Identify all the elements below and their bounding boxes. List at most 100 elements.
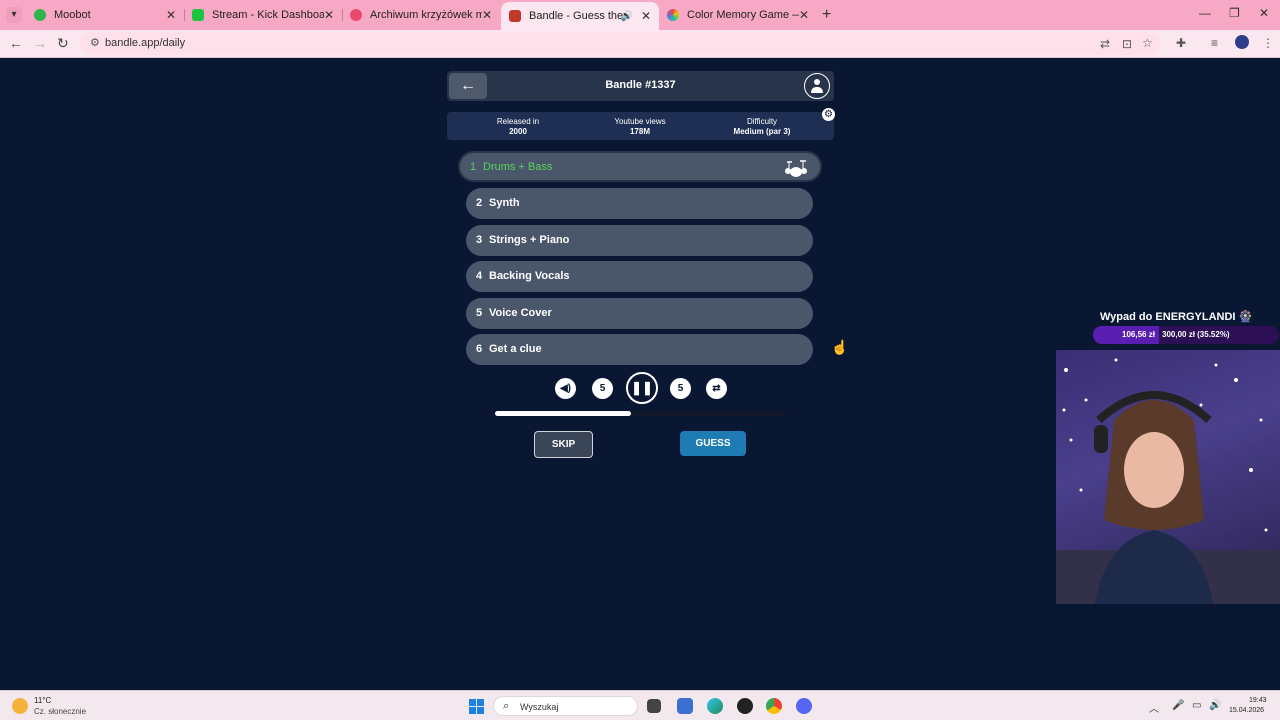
clock-date[interactable]: 15.04.2026 bbox=[1229, 707, 1264, 714]
stem-row-synth[interactable]: 2 Synth bbox=[466, 188, 813, 219]
tab-moobot[interactable]: Moobot ✕ bbox=[26, 4, 184, 26]
weather-description[interactable]: Cz. słonecznie bbox=[34, 707, 86, 716]
info-label: Difficulty bbox=[746, 117, 778, 126]
close-window-icon[interactable]: ✕ bbox=[1259, 6, 1269, 20]
discord-icon[interactable] bbox=[796, 698, 812, 714]
goal-total-amount: 300,00 zł (35.52%) bbox=[1162, 330, 1230, 339]
chrome-icon[interactable] bbox=[766, 698, 782, 714]
reload-icon[interactable]: ↻ bbox=[57, 35, 69, 52]
pause-button[interactable]: ❚❚ bbox=[626, 372, 658, 404]
progress-fill bbox=[495, 411, 632, 416]
close-tab-icon[interactable]: ✕ bbox=[324, 8, 334, 22]
close-tab-icon[interactable]: ✕ bbox=[166, 8, 176, 22]
playback-progress-bar[interactable] bbox=[495, 411, 785, 416]
forward-5-icon[interactable]: 5 bbox=[670, 378, 691, 399]
outlook-icon[interactable] bbox=[677, 698, 693, 714]
media-control-icon[interactable]: ≡ bbox=[1211, 36, 1218, 50]
extensions-icon[interactable]: ✚ bbox=[1176, 36, 1186, 50]
tab-archiwum[interactable]: Archiwum krzyżówek muzyczn ✕ bbox=[342, 4, 500, 26]
sun-weather-icon[interactable] bbox=[12, 698, 28, 714]
donation-goal-bar: 106,56 zł 300,00 zł (35.52%) bbox=[1093, 326, 1279, 344]
volume-icon[interactable]: ◀) bbox=[555, 378, 576, 399]
stem-label: Strings + Piano bbox=[489, 234, 570, 246]
taskbar-search-input[interactable]: ⌕ Wyszukaj bbox=[493, 696, 638, 716]
loop-off-icon[interactable]: ⇄ bbox=[706, 378, 727, 399]
tab-bandle[interactable]: Bandle - Guess the song, cr 🔊 ✕ bbox=[501, 2, 659, 30]
info-value: 2000 bbox=[509, 127, 527, 136]
stem-number: 2 bbox=[476, 197, 483, 209]
stem-row-backing-vocals[interactable]: 4 Backing Vocals bbox=[466, 261, 813, 292]
network-icon[interactable]: ▭ bbox=[1192, 700, 1201, 711]
bookmark-star-icon[interactable]: ☆ bbox=[1142, 36, 1153, 50]
goal-current-amount: 106,56 zł bbox=[1122, 330, 1155, 339]
stem-row-voice-cover[interactable]: 5 Voice Cover bbox=[466, 298, 813, 329]
edge-icon[interactable] bbox=[707, 698, 723, 714]
guess-button[interactable]: GUESS bbox=[680, 431, 746, 456]
tray-chevron-icon[interactable]: ︿ bbox=[1149, 700, 1159, 715]
new-tab-icon[interactable]: + bbox=[822, 6, 831, 24]
close-tab-icon[interactable]: ✕ bbox=[799, 8, 809, 22]
tab-search-icon[interactable]: ▾ bbox=[6, 7, 22, 23]
task-view-icon[interactable] bbox=[647, 699, 661, 713]
bandle-favicon-icon bbox=[509, 10, 521, 22]
close-tab-icon[interactable]: ✕ bbox=[482, 8, 492, 22]
install-app-icon[interactable]: ⊡ bbox=[1122, 37, 1132, 51]
tab-kick-dashboard[interactable]: Stream - Kick Dashboard ✕ bbox=[184, 4, 342, 26]
info-value: Medium (par 3) bbox=[733, 127, 791, 136]
user-profile-icon[interactable] bbox=[804, 73, 830, 99]
address-bar[interactable]: ⚙ bandle.app/daily ⇄ ⊡ ☆ bbox=[80, 32, 1160, 55]
browser-toolbar: ← → ↻ ⚙ bandle.app/daily ⇄ ⊡ ☆ ✚ ≡ ⋮ bbox=[0, 30, 1280, 58]
speaker-icon[interactable]: 🔊 bbox=[621, 11, 633, 22]
stem-number: 6 bbox=[476, 343, 483, 355]
tab-title: Archiwum krzyżówek muzyczn bbox=[370, 9, 482, 21]
forward-label: 5 bbox=[677, 383, 684, 394]
moobot-favicon-icon bbox=[34, 9, 46, 21]
stem-number: 3 bbox=[476, 234, 483, 246]
ferris-wheel-icon: 🎡 bbox=[1238, 311, 1253, 323]
search-icon: ⌕ bbox=[503, 700, 510, 712]
stem-number: 4 bbox=[476, 270, 483, 282]
profile-avatar[interactable] bbox=[1235, 35, 1249, 49]
volume-tray-icon[interactable]: 🔊 bbox=[1209, 700, 1221, 711]
tab-title: Color Memory Game — How W bbox=[687, 9, 799, 21]
close-tab-icon[interactable]: ✕ bbox=[641, 9, 651, 23]
minimize-icon[interactable]: — bbox=[1199, 6, 1211, 20]
site-info-icon[interactable]: ⚙ bbox=[90, 36, 100, 49]
clock-time[interactable]: 19:43 bbox=[1249, 697, 1267, 704]
stem-label: Synth bbox=[489, 197, 520, 209]
rewind-5-icon[interactable]: 5 bbox=[592, 378, 613, 399]
stem-row-strings-piano[interactable]: 3 Strings + Piano bbox=[466, 225, 813, 256]
microphone-icon[interactable]: 🎤 bbox=[1172, 700, 1184, 711]
info-difficulty: Difficulty Medium (par 3) bbox=[707, 117, 817, 137]
stem-row-get-a-clue[interactable]: 6 Get a clue bbox=[466, 334, 813, 365]
translate-icon[interactable]: ⇄ bbox=[1100, 37, 1110, 51]
tab-color-memory[interactable]: Color Memory Game — How W ✕ bbox=[659, 4, 817, 26]
skip-button[interactable]: SKIP bbox=[534, 431, 593, 458]
rewind-label: 5 bbox=[599, 383, 606, 394]
settings-gear-icon[interactable]: ⚙ bbox=[822, 108, 835, 121]
forward-icon[interactable]: → bbox=[33, 35, 47, 51]
color-memory-favicon-icon bbox=[667, 9, 679, 21]
more-menu-icon[interactable]: ⋮ bbox=[1262, 36, 1274, 50]
stem-row-drums-bass[interactable]: 1 Drums + Bass bbox=[458, 151, 822, 182]
info-label: Youtube views bbox=[614, 117, 666, 126]
song-info-panel: Released in 2000 Youtube views 178M Diff… bbox=[447, 112, 834, 140]
bandle-game-page: ← Bandle #1337 Released in 2000 Youtube … bbox=[0, 59, 1280, 690]
tab-title: Moobot bbox=[54, 9, 91, 21]
temperature[interactable]: 11°C bbox=[34, 696, 51, 705]
stem-label: Get a clue bbox=[489, 343, 542, 355]
windows-start-icon[interactable] bbox=[469, 699, 484, 714]
tab-title: Stream - Kick Dashboard bbox=[212, 9, 324, 21]
info-label: Released in bbox=[496, 117, 540, 126]
stem-number: 1 bbox=[470, 161, 477, 173]
windows-taskbar: 11°C Cz. słonecznie ⌕ Wyszukaj ︿ 🎤 ▭ 🔊 1… bbox=[0, 690, 1280, 720]
info-released: Released in 2000 bbox=[463, 117, 573, 137]
url-text[interactable]: bandle.app/daily bbox=[105, 37, 185, 49]
page-title: Bandle #1337 bbox=[605, 79, 676, 91]
stem-label: Voice Cover bbox=[489, 307, 552, 319]
streamer-webcam bbox=[1056, 350, 1280, 604]
app-icon[interactable] bbox=[737, 698, 753, 714]
restore-icon[interactable]: ❐ bbox=[1229, 6, 1240, 20]
back-icon[interactable]: ← bbox=[9, 35, 23, 51]
tab-title: Bandle - Guess the song, cr bbox=[529, 10, 627, 22]
